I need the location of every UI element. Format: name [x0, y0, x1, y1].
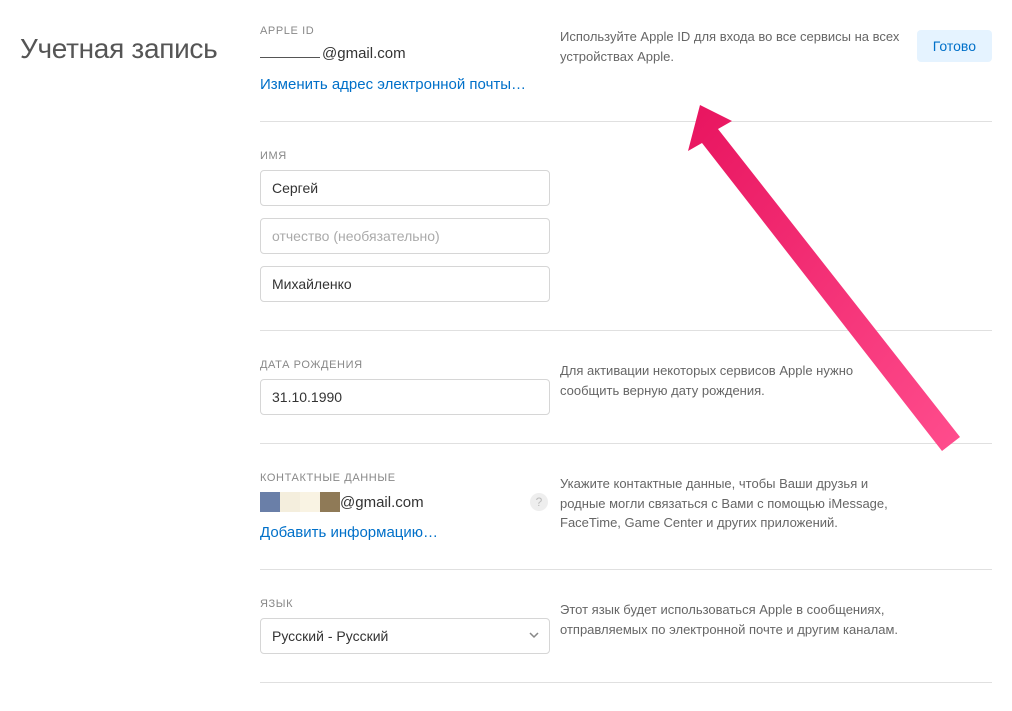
apple-id-email-suffix: @gmail.com	[322, 45, 406, 62]
first-name-input[interactable]	[260, 170, 550, 206]
birthday-label: ДАТА РОЖДЕНИЯ	[260, 359, 540, 371]
done-button[interactable]: Готово	[917, 30, 992, 62]
section-name: ИМЯ	[260, 150, 992, 331]
last-name-input[interactable]	[260, 266, 550, 302]
section-language: ЯЗЫК Русский - Русский Этот язык будет и…	[260, 598, 992, 683]
middle-name-input[interactable]	[260, 218, 550, 254]
apple-id-email: @gmail.com	[260, 45, 540, 62]
add-info-link[interactable]: Добавить информацию…	[260, 524, 438, 541]
contact-label: КОНТАКТНЫЕ ДАННЫЕ	[260, 472, 540, 484]
language-description: Этот язык будет использоваться Apple в с…	[560, 598, 992, 654]
change-email-link[interactable]: Изменить адрес электронной почты…	[260, 76, 526, 93]
help-icon[interactable]: ?	[530, 493, 548, 511]
birthday-description: Для активации некоторых сервисов Apple н…	[560, 359, 992, 415]
contact-email-row: @gmail.com ?	[260, 492, 540, 512]
name-label: ИМЯ	[260, 150, 540, 162]
page-title: Учетная запись	[20, 33, 260, 65]
apple-id-label: APPLE ID	[260, 25, 540, 37]
redacted-text	[260, 56, 320, 58]
section-contact: КОНТАКТНЫЕ ДАННЫЕ @gmail.com ? Добавить …	[260, 472, 992, 570]
redacted-avatar	[260, 492, 340, 512]
language-select[interactable]: Русский - Русский	[260, 618, 550, 654]
birthday-input[interactable]	[260, 379, 550, 415]
language-label: ЯЗЫК	[260, 598, 540, 610]
contact-description: Укажите контактные данные, чтобы Ваши др…	[560, 472, 992, 541]
contact-email-suffix: @gmail.com	[340, 494, 424, 511]
section-apple-id: APPLE ID @gmail.com Изменить адрес элект…	[260, 25, 992, 122]
section-birthday: ДАТА РОЖДЕНИЯ Для активации некоторых се…	[260, 359, 992, 444]
